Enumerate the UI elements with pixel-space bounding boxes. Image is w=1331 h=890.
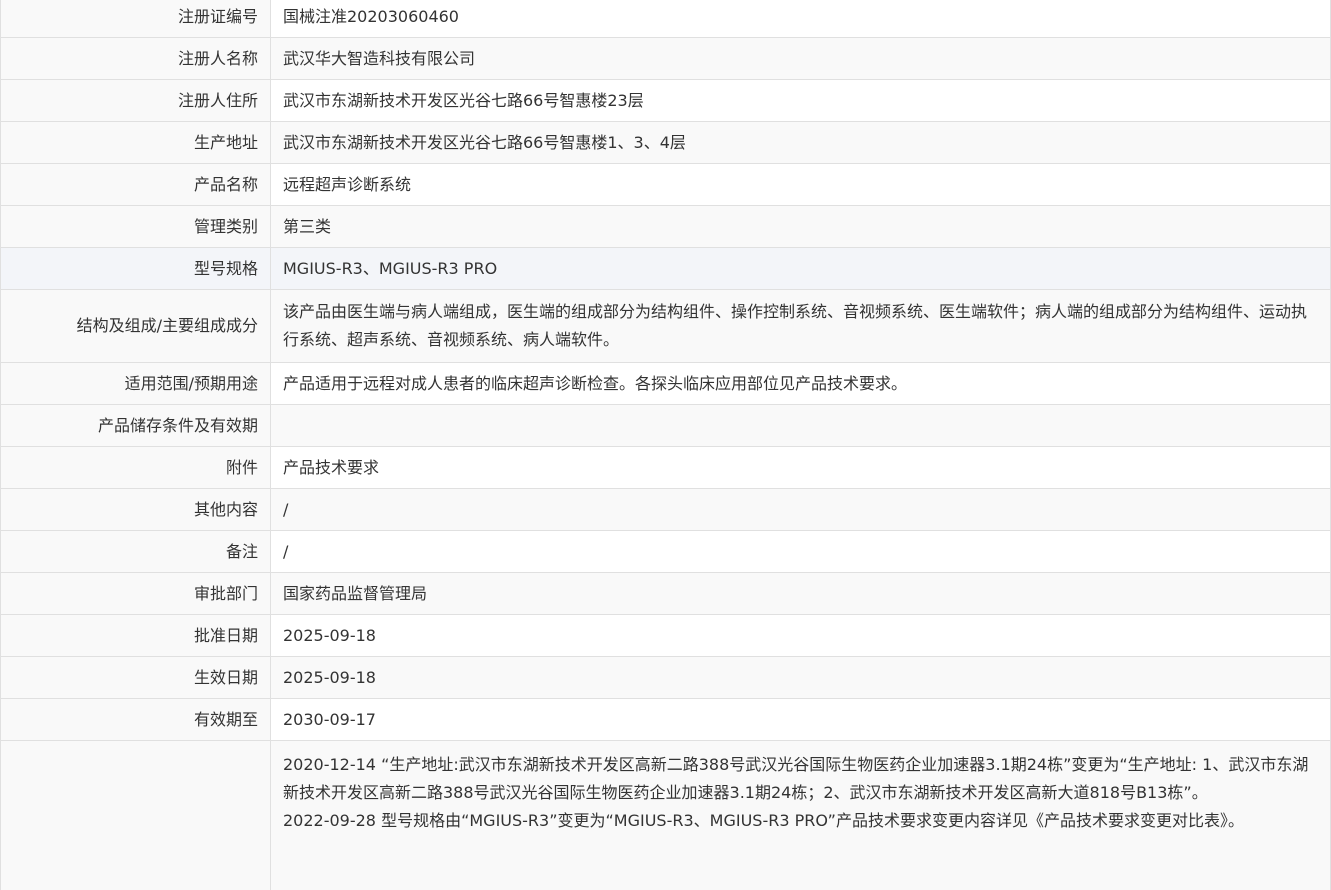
row-intended-use: 适用范围/预期用途 产品适用于远程对成人患者的临床超声诊断检查。各探头临床应用部…: [0, 362, 1331, 405]
row-registration-number: 注册证编号 国械注准20203060460: [0, 0, 1331, 38]
value-registration-number: 国械注准20203060460: [270, 0, 1331, 38]
row-registrant-name: 注册人名称 武汉华大智造科技有限公司: [0, 37, 1331, 80]
label-registrant-address: 注册人住所: [0, 79, 271, 122]
label-production-address: 生产地址: [0, 121, 271, 164]
row-model-spec: 型号规格 MGIUS-R3、MGIUS-R3 PRO: [0, 247, 1331, 290]
label-registration-number: 注册证编号: [0, 0, 271, 38]
row-change-history: 2020-12-14 “生产地址:武汉市东湖新技术开发区高新二路388号武汉光谷…: [0, 740, 1331, 890]
label-model-spec: 型号规格: [0, 247, 271, 290]
label-approval-department: 审批部门: [0, 572, 271, 615]
row-product-name: 产品名称 远程超声诊断系统: [0, 163, 1331, 206]
value-remarks: /: [270, 530, 1331, 573]
label-management-category: 管理类别: [0, 205, 271, 248]
label-approval-date: 批准日期: [0, 614, 271, 657]
value-effective-date: 2025-09-18: [270, 656, 1331, 699]
value-structure-composition: 该产品由医生端与病人端组成，医生端的组成部分为结构组件、操作控制系统、音视频系统…: [270, 289, 1331, 363]
value-attachment: 产品技术要求: [270, 446, 1331, 489]
row-approval-department: 审批部门 国家药品监督管理局: [0, 572, 1331, 615]
value-approval-department: 国家药品监督管理局: [270, 572, 1331, 615]
row-storage-validity: 产品储存条件及有效期: [0, 404, 1331, 447]
label-structure-composition: 结构及组成/主要组成成分: [0, 289, 271, 363]
value-registrant-address: 武汉市东湖新技术开发区光谷七路66号智惠楼23层: [270, 79, 1331, 122]
row-registrant-address: 注册人住所 武汉市东湖新技术开发区光谷七路66号智惠楼23层: [0, 79, 1331, 122]
value-product-name: 远程超声诊断系统: [270, 163, 1331, 206]
value-intended-use: 产品适用于远程对成人患者的临床超声诊断检查。各探头临床应用部位见产品技术要求。: [270, 362, 1331, 405]
label-product-name: 产品名称: [0, 163, 271, 206]
value-change-history: 2020-12-14 “生产地址:武汉市东湖新技术开发区高新二路388号武汉光谷…: [270, 740, 1331, 890]
value-valid-until: 2030-09-17: [270, 698, 1331, 741]
row-remarks: 备注 /: [0, 530, 1331, 573]
row-approval-date: 批准日期 2025-09-18: [0, 614, 1331, 657]
label-registrant-name: 注册人名称: [0, 37, 271, 80]
value-approval-date: 2025-09-18: [270, 614, 1331, 657]
registration-info-table: 注册证编号 国械注准20203060460 注册人名称 武汉华大智造科技有限公司…: [0, 0, 1331, 890]
label-storage-validity: 产品储存条件及有效期: [0, 404, 271, 447]
label-attachment: 附件: [0, 446, 271, 489]
row-effective-date: 生效日期 2025-09-18: [0, 656, 1331, 699]
row-production-address: 生产地址 武汉市东湖新技术开发区光谷七路66号智惠楼1、3、4层: [0, 121, 1331, 164]
value-model-spec: MGIUS-R3、MGIUS-R3 PRO: [270, 247, 1331, 290]
label-intended-use: 适用范围/预期用途: [0, 362, 271, 405]
value-other-content: /: [270, 488, 1331, 531]
value-registrant-name: 武汉华大智造科技有限公司: [270, 37, 1331, 80]
row-valid-until: 有效期至 2030-09-17: [0, 698, 1331, 741]
label-valid-until: 有效期至: [0, 698, 271, 741]
label-change-history: [0, 740, 271, 890]
row-management-category: 管理类别 第三类: [0, 205, 1331, 248]
row-other-content: 其他内容 /: [0, 488, 1331, 531]
change-entry: 2020-12-14 “生产地址:武汉市东湖新技术开发区高新二路388号武汉光谷…: [283, 755, 1309, 802]
value-management-category: 第三类: [270, 205, 1331, 248]
label-remarks: 备注: [0, 530, 271, 573]
label-effective-date: 生效日期: [0, 656, 271, 699]
label-other-content: 其他内容: [0, 488, 271, 531]
row-attachment: 附件 产品技术要求: [0, 446, 1331, 489]
registration-certificate-detail: 注册证编号 国械注准20203060460 注册人名称 武汉华大智造科技有限公司…: [0, 0, 1331, 890]
value-storage-validity: [270, 404, 1331, 447]
row-structure-composition: 结构及组成/主要组成成分 该产品由医生端与病人端组成，医生端的组成部分为结构组件…: [0, 289, 1331, 363]
value-production-address: 武汉市东湖新技术开发区光谷七路66号智惠楼1、3、4层: [270, 121, 1331, 164]
change-entry: 2022-09-28 型号规格由“MGIUS-R3”变更为“MGIUS-R3、M…: [283, 811, 1244, 830]
